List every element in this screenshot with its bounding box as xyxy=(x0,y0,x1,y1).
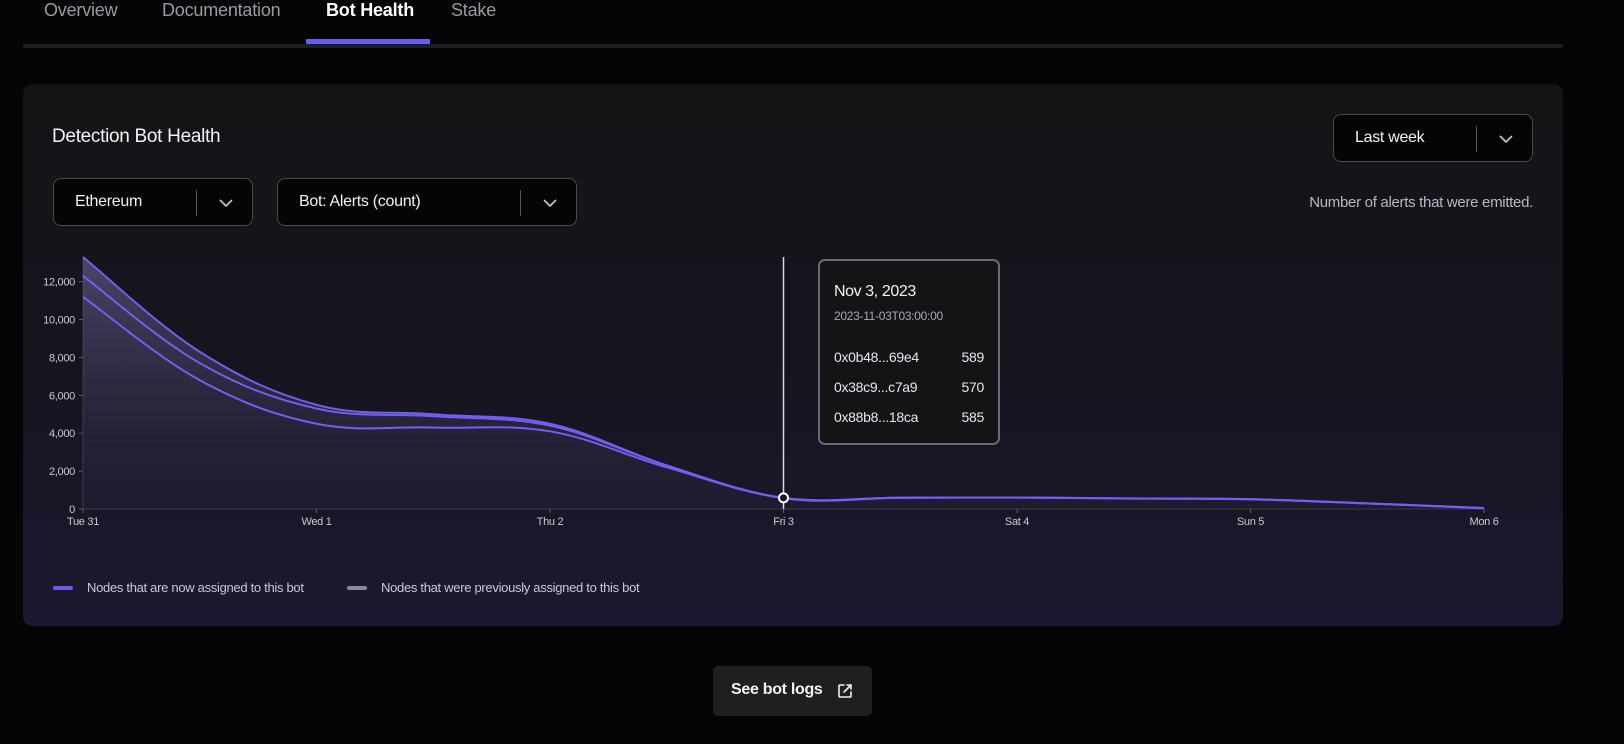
tooltip-timestamp: 2023-11-03T03:00:00 xyxy=(834,309,943,323)
tab-documentation[interactable]: Documentation xyxy=(162,0,281,21)
y-tick-label: 6,000 xyxy=(49,390,75,402)
external-link-icon xyxy=(838,684,852,698)
tab-overview[interactable]: Overview xyxy=(44,0,118,21)
x-tick-label: Wed 1 xyxy=(301,516,331,528)
x-tick-label: Sun 5 xyxy=(1237,516,1264,528)
active-tab-indicator xyxy=(306,39,430,44)
tooltip-node: 0x38c9...c7a9 xyxy=(834,379,918,395)
y-tick-label: 2,000 xyxy=(49,466,75,478)
y-tick-label: 10,000 xyxy=(43,315,75,327)
tooltip-value: 570 xyxy=(961,379,985,395)
chart-tooltip: Nov 3, 2023 2023-11-03T03:00:00 0x0b48..… xyxy=(818,259,1000,445)
x-tick-label: Sat 4 xyxy=(1005,516,1029,528)
bot-health-chart: 0 2,000 4,000 6,000 8,000 10,000 12,000 Tue 31 W… xyxy=(43,256,1499,528)
x-tick-label: Tue 31 xyxy=(67,516,99,528)
tooltip-node: 0x0b48...69e4 xyxy=(834,349,919,365)
tooltip-node: 0x88b8...18ca xyxy=(834,409,919,425)
y-tick-label: 0 xyxy=(69,504,75,516)
tooltip-value: 589 xyxy=(961,349,985,365)
x-tick-label: Fri 3 xyxy=(773,516,794,528)
x-tick-label: Mon 6 xyxy=(1469,516,1498,528)
see-bot-logs-label: See bot logs xyxy=(731,681,823,698)
tab-bot-health[interactable]: Bot Health xyxy=(326,0,414,21)
y-tick-label: 8,000 xyxy=(49,352,75,364)
tooltip-row: 0x38c9...c7a9 570 xyxy=(834,379,984,395)
bot-health-panel: Detection Bot Health Last week Ethereum … xyxy=(23,84,1563,626)
tab-bar: Overview Documentation Bot Health Stake xyxy=(23,0,1563,48)
tooltip-value: 585 xyxy=(961,409,985,425)
legend-label: Nodes that were previously assigned to t… xyxy=(381,580,640,595)
highlight-point xyxy=(778,492,789,504)
x-tick-label: Thu 2 xyxy=(537,516,564,528)
legend-label: Nodes that are now assigned to this bot xyxy=(87,580,304,595)
see-bot-logs-button[interactable]: See bot logs xyxy=(713,666,872,716)
tooltip-row: 0x88b8...18ca 585 xyxy=(834,409,984,425)
tooltip-date: Nov 3, 2023 xyxy=(834,283,916,300)
y-tick-label: 4,000 xyxy=(49,428,75,440)
y-tick-label: 12,000 xyxy=(43,277,75,289)
legend-swatch xyxy=(347,586,367,590)
tab-stake[interactable]: Stake xyxy=(451,0,496,21)
legend-swatch xyxy=(53,586,73,590)
tooltip-row: 0x0b48...69e4 589 xyxy=(834,349,984,365)
